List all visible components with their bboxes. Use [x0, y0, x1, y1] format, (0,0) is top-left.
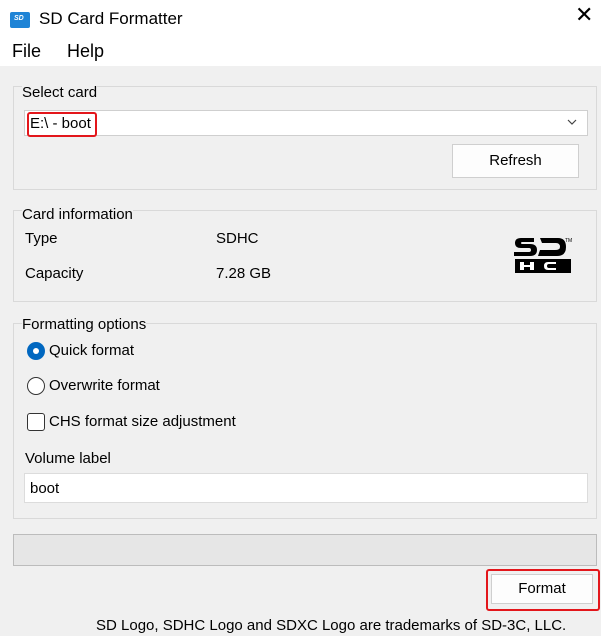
- formatting-options-group-title: Formatting options: [22, 316, 147, 333]
- sd-card-app-icon: SD: [10, 12, 30, 28]
- overwrite-format-label[interactable]: Overwrite format: [49, 377, 160, 394]
- volume-label-title: Volume label: [25, 450, 111, 467]
- quick-format-label[interactable]: Quick format: [49, 342, 134, 359]
- overwrite-format-radio[interactable]: [27, 377, 45, 395]
- capacity-value: 7.28 GB: [216, 265, 272, 282]
- trademark-notice: SD Logo, SDHC Logo and SDXC Logo are tra…: [96, 617, 567, 634]
- menu-bar: File Help: [0, 36, 601, 66]
- menu-item-file[interactable]: File: [12, 41, 41, 62]
- card-select-dropdown[interactable]: E:\ - boot: [24, 110, 588, 137]
- card-information-group-title: Card information: [22, 206, 133, 223]
- capacity-label: Capacity: [25, 265, 84, 282]
- chs-size-adjustment-checkbox[interactable]: [27, 413, 45, 431]
- chs-size-adjustment-label[interactable]: CHS format size adjustment: [49, 413, 236, 430]
- card-information-group: [13, 210, 597, 302]
- select-card-group-title: Select card: [22, 84, 98, 101]
- menu-item-help[interactable]: Help: [67, 41, 104, 62]
- refresh-button[interactable]: Refresh: [452, 144, 579, 178]
- sdhc-logo-icon: TM: [514, 238, 572, 273]
- svg-text:TM: TM: [565, 238, 572, 244]
- title-bar: SD SD Card Formatter ✕: [0, 0, 601, 36]
- chevron-down-icon: [567, 119, 577, 125]
- type-value: SDHC: [216, 230, 259, 247]
- format-progress-bar: [13, 534, 597, 566]
- quick-format-radio[interactable]: [27, 342, 45, 360]
- volume-label-input[interactable]: [24, 473, 588, 503]
- close-icon[interactable]: ✕: [575, 4, 593, 26]
- type-label: Type: [25, 230, 58, 247]
- card-select-value: E:\ - boot: [27, 112, 97, 137]
- format-button[interactable]: Format: [491, 574, 593, 604]
- window-title: SD Card Formatter: [39, 9, 183, 28]
